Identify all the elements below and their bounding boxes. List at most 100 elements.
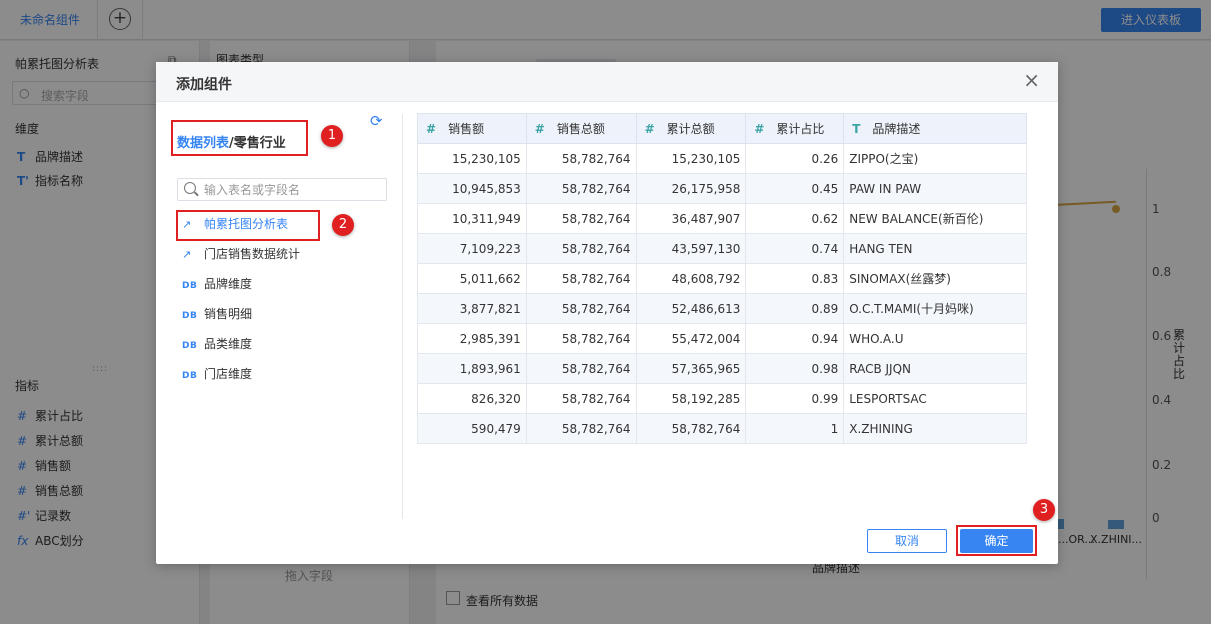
analysis-table-icon: ↗: [182, 248, 192, 261]
table-cell: HANG TEN: [843, 233, 1027, 264]
column-header-label: 品牌描述: [872, 122, 921, 136]
table-item-label: 帕累托图分析表: [204, 217, 289, 231]
table-cell: 43,597,130: [635, 233, 747, 264]
breadcrumb: 数据列表/零售行业: [177, 132, 286, 151]
close-icon[interactable]: ×: [1023, 70, 1040, 90]
table-row: 590,479 58,782,764 58,782,764 1 X.ZHINING: [417, 413, 1027, 444]
step-badge: 3: [1033, 499, 1055, 521]
table-item-pareto[interactable]: ↗ 帕累托图分析表: [182, 214, 288, 234]
analysis-table-icon: ↗: [182, 218, 192, 231]
table-item-store-dimension[interactable]: DB 门店维度: [182, 364, 252, 384]
table-cell: ZIPPO(之宝): [843, 143, 1027, 174]
table-cell: 0.89: [745, 293, 845, 324]
table-row: 1,893,961 58,782,764 57,365,965 0.98 RACB JJ…: [417, 353, 1027, 384]
table-cell: NEW BALANCE(新百伦): [843, 203, 1027, 234]
data-preview-table: # 销售额 # 销售总额 # 累计总额 # 累计占比 T 品牌描述 15,230,105 5…: [417, 113, 1027, 444]
table-cell: 15,230,105: [635, 143, 747, 174]
refresh-icon[interactable]: ⟳: [370, 112, 383, 130]
table-row: 3,877,821 58,782,764 52,486,613 0.89 O.C.T.M…: [417, 293, 1027, 324]
table-search-field[interactable]: [204, 181, 379, 198]
table-cell: 58,782,764: [525, 353, 637, 384]
column-header-label: 累计占比: [776, 122, 825, 136]
table-cell: 58,782,764: [525, 323, 637, 354]
breadcrumb-data-list-link[interactable]: 数据列表: [177, 136, 229, 151]
breadcrumb-current: 零售行业: [233, 136, 286, 151]
table-item-label: 品牌维度: [204, 277, 253, 291]
column-header[interactable]: # 累计占比: [745, 113, 845, 144]
number-field-icon: #: [754, 122, 765, 136]
divider: [402, 114, 403, 519]
table-cell: 26,175,958: [635, 173, 747, 204]
table-row: 5,011,662 58,782,764 48,608,792 0.83 SINOMAX…: [417, 263, 1027, 294]
table-cell: 55,472,004: [635, 323, 747, 354]
table-row: 10,945,853 58,782,764 26,175,958 0.45 PAW IN…: [417, 173, 1027, 204]
number-field-icon: #: [426, 122, 437, 136]
table-cell: 15,230,105: [417, 143, 527, 174]
table-cell: 58,782,764: [525, 173, 637, 204]
table-cell: 3,877,821: [417, 293, 527, 324]
number-field-icon: #: [644, 122, 655, 136]
table-row: 10,311,949 58,782,764 36,487,907 0.62 NEW BA…: [417, 203, 1027, 234]
table-cell: O.C.T.MAMI(十月妈咪): [843, 293, 1027, 324]
table-cell: 7,109,223: [417, 233, 527, 264]
table-cell: 10,311,949: [417, 203, 527, 234]
table-cell: 1,893,961: [417, 353, 527, 384]
table-cell: 58,782,764: [635, 413, 747, 444]
table-body: 15,230,105 58,782,764 15,230,105 0.26 ZIPPO(…: [417, 143, 1027, 444]
table-cell: 590,479: [417, 413, 527, 444]
table-cell: WHO.A.U: [843, 323, 1027, 354]
table-row: 2,985,391 58,782,764 55,472,004 0.94 WHO.A.U: [417, 323, 1027, 354]
table-cell: 57,365,965: [635, 353, 747, 384]
table-item-label: 品类维度: [204, 337, 253, 351]
database-table-icon: DB: [182, 341, 198, 351]
table-header-row: # 销售额 # 销售总额 # 累计总额 # 累计占比 T 品牌描述: [417, 113, 1027, 144]
table-cell: 58,782,764: [525, 293, 637, 324]
table-item-brand-dimension[interactable]: DB 品牌维度: [182, 274, 252, 294]
column-header[interactable]: # 销售额: [417, 113, 527, 144]
table-cell: 48,608,792: [635, 263, 747, 294]
table-item-label: 门店维度: [204, 367, 253, 381]
confirm-button[interactable]: 确定: [960, 529, 1033, 553]
table-cell: 52,486,613: [635, 293, 747, 324]
table-search-input[interactable]: [177, 178, 387, 201]
table-item-store-sales[interactable]: ↗ 门店销售数据统计: [182, 244, 300, 264]
add-component-dialog: 添加组件 × 数据列表/零售行业 1 ⟳ 2 ↗ 帕累托图分析表 ↗ 门店销售数据统…: [156, 62, 1058, 564]
table-cell: 10,945,853: [417, 173, 527, 204]
table-row: 15,230,105 58,782,764 15,230,105 0.26 ZIPPO(…: [417, 143, 1027, 174]
table-cell: 58,782,764: [525, 203, 637, 234]
table-cell: RACB JJQN: [843, 353, 1027, 384]
table-cell: 58,782,764: [525, 383, 637, 414]
table-item-sales-detail[interactable]: DB 销售明细: [182, 304, 252, 324]
table-cell: PAW IN PAW: [843, 173, 1027, 204]
database-table-icon: DB: [182, 311, 198, 321]
database-table-icon: DB: [182, 371, 198, 381]
table-item-category-dimension[interactable]: DB 品类维度: [182, 334, 252, 354]
column-header-label: 销售总额: [556, 122, 605, 136]
table-cell: 0.74: [745, 233, 845, 264]
table-item-label: 销售明细: [204, 307, 253, 321]
table-cell: 0.94: [745, 323, 845, 354]
table-cell: 58,782,764: [525, 263, 637, 294]
table-cell: LESPORTSAC: [843, 383, 1027, 414]
column-header-label: 销售额: [448, 122, 485, 136]
table-cell: SINOMAX(丝露梦): [843, 263, 1027, 294]
cancel-button[interactable]: 取消: [867, 529, 947, 553]
table-cell: 5,011,662: [417, 263, 527, 294]
table-cell: 0.26: [745, 143, 845, 174]
table-cell: 58,782,764: [525, 233, 637, 264]
table-row: 826,320 58,782,764 58,192,285 0.99 LESPORTSA…: [417, 383, 1027, 414]
column-header[interactable]: # 销售总额: [525, 113, 637, 144]
table-item-label: 门店销售数据统计: [204, 247, 301, 261]
column-header-label: 累计总额: [666, 122, 715, 136]
table-cell: 58,782,764: [525, 413, 637, 444]
table-cell: 58,192,285: [635, 383, 747, 414]
table-cell: 2,985,391: [417, 323, 527, 354]
table-cell: X.ZHINING: [843, 413, 1027, 444]
step-badge: 1: [321, 125, 343, 147]
database-table-icon: DB: [182, 281, 198, 291]
column-header[interactable]: # 累计总额: [635, 113, 747, 144]
column-header[interactable]: T 品牌描述: [843, 113, 1027, 144]
table-cell: 58,782,764: [525, 143, 637, 174]
table-cell: 0.98: [745, 353, 845, 384]
search-icon: [184, 182, 196, 194]
